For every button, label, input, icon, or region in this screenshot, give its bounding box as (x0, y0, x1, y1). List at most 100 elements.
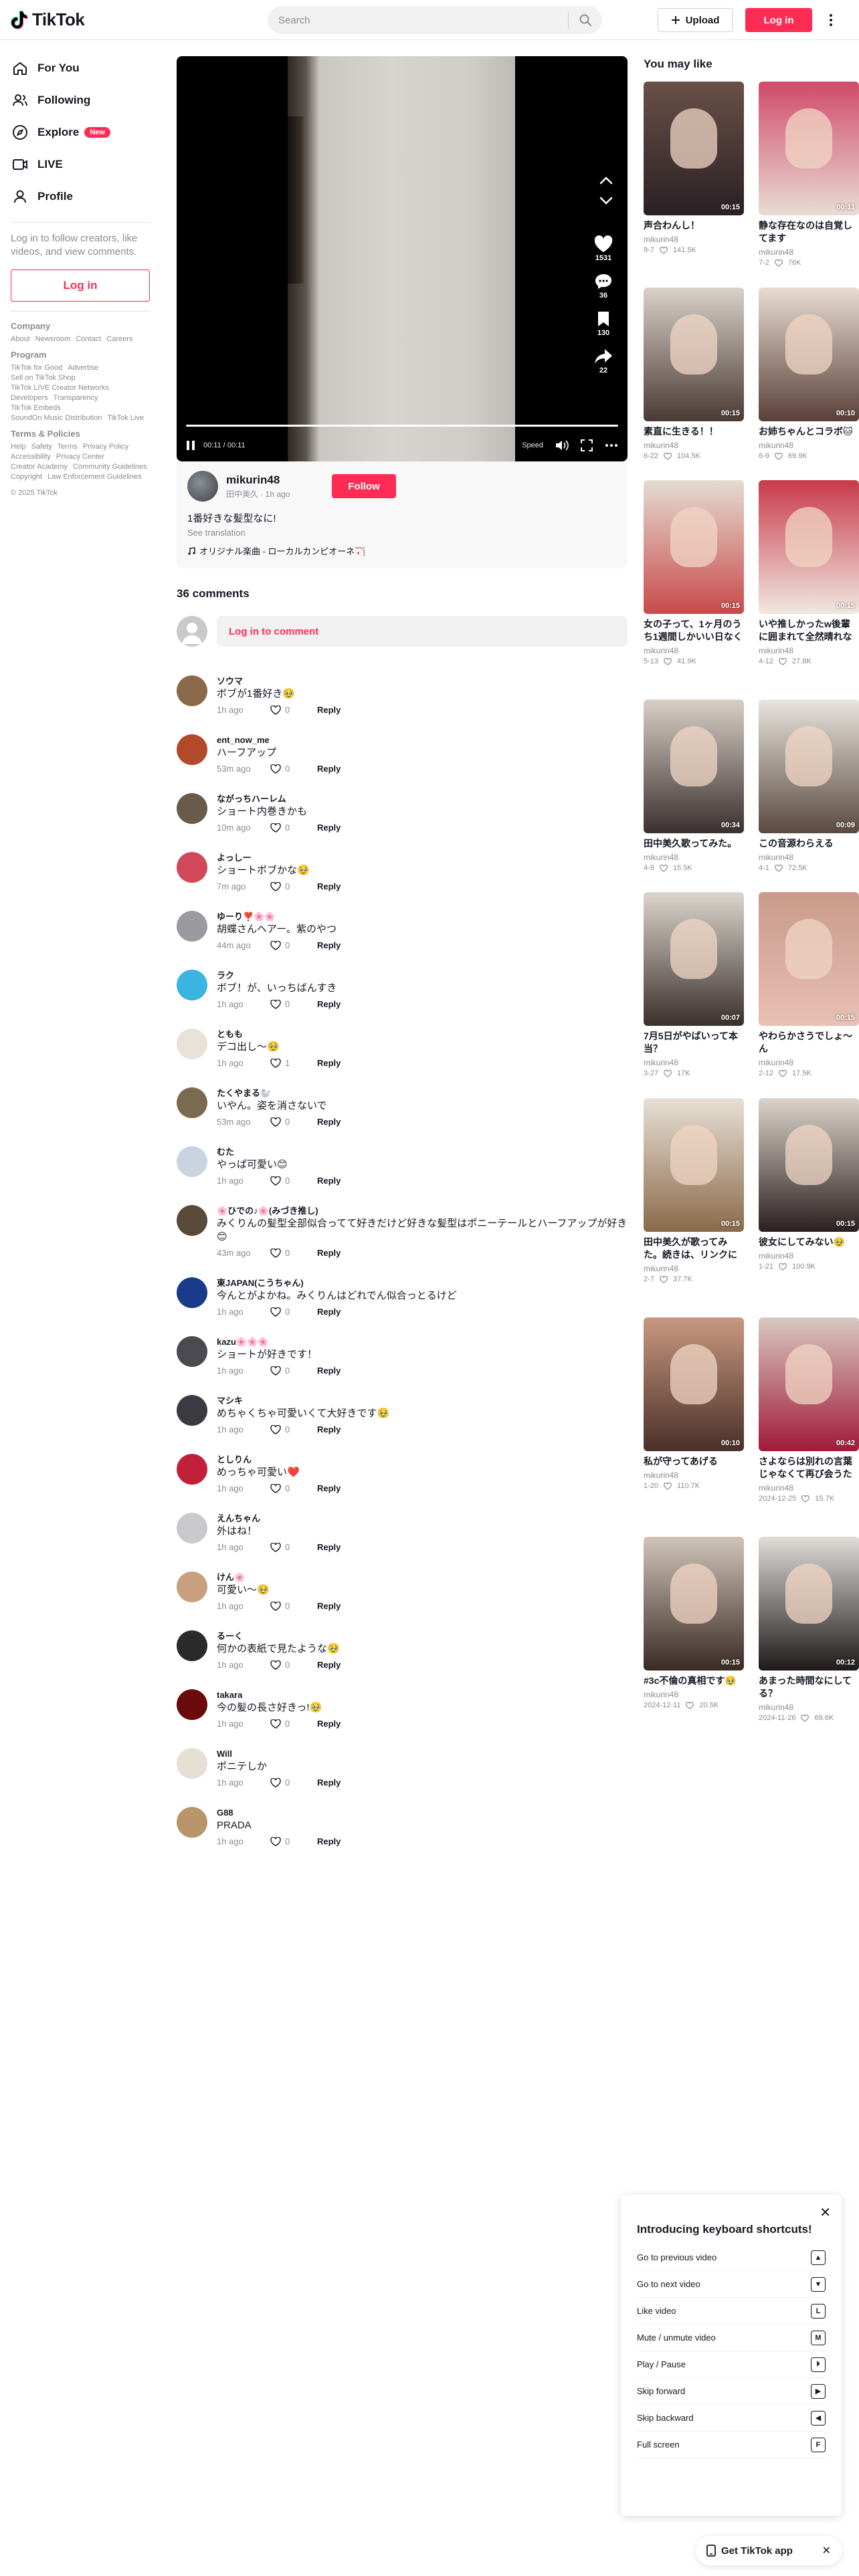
avatar[interactable] (177, 1146, 207, 1177)
comment-like[interactable]: 0 (270, 1424, 317, 1434)
tiktok-logo[interactable]: TikTok (11, 9, 85, 30)
close-icon[interactable]: ✕ (820, 2204, 831, 2221)
reply-button[interactable]: Reply (317, 940, 341, 950)
avatar[interactable] (177, 1689, 207, 1720)
share-action[interactable]: 22 (594, 348, 613, 374)
footer-link[interactable]: Transparency (54, 394, 98, 402)
video-title[interactable]: #3c不倫の真相です🥹 (644, 1675, 744, 1687)
sidebar-login-button[interactable]: Log in (11, 270, 150, 302)
video-title[interactable]: お姉ちゃんとコラボ🐱 (759, 425, 859, 438)
volume-icon[interactable] (555, 439, 569, 451)
video-thumbnail[interactable]: 00:15 (644, 82, 744, 215)
avatar[interactable] (177, 1277, 207, 1308)
footer-link[interactable]: Newsroom (35, 335, 71, 343)
login-button[interactable]: Log in (745, 8, 812, 32)
suggested-video-card[interactable]: 00:15 素直に生きる！！ mikurin48 6-22 104.5K (644, 288, 744, 460)
avatar[interactable] (177, 675, 207, 706)
music-link[interactable]: オリジナル楽曲 - ローカルカンピオーネ🏹 (187, 544, 617, 557)
footer-link[interactable]: SoundOn Music Distribution (11, 414, 102, 422)
video-author[interactable]: mikurin48 (759, 1058, 859, 1067)
footer-heading-company[interactable]: Company (0, 321, 161, 331)
video-thumbnail[interactable]: 00:10 (644, 1317, 744, 1451)
suggested-video-card[interactable]: 00:10 お姉ちゃんとコラボ🐱 mikurin48 6-9 69.9K (759, 288, 859, 460)
footer-link[interactable]: Terms (58, 443, 78, 451)
video-thumbnail[interactable]: 00:15 (644, 1098, 744, 1232)
reply-button[interactable]: Reply (317, 823, 341, 833)
comment-like[interactable]: 0 (270, 1778, 317, 1788)
comment-username[interactable]: ラク (217, 970, 341, 982)
footer-link[interactable]: Creator Academy (11, 463, 68, 471)
comment-username[interactable]: るーく (217, 1630, 341, 1642)
comment-like[interactable]: 0 (270, 1836, 317, 1846)
video-title[interactable]: 7月5日がやばいって本当？ (644, 1030, 744, 1055)
comment-like[interactable]: 0 (270, 823, 317, 833)
video-thumbnail[interactable]: 00:11 (759, 82, 859, 215)
footer-link[interactable]: Developers (11, 394, 48, 402)
footer-heading-terms[interactable]: Terms & Policies (0, 429, 161, 439)
video-title[interactable]: あまった時間なにしてる？ (759, 1675, 859, 1700)
more-icon[interactable] (605, 443, 618, 447)
reply-button[interactable]: Reply (317, 1483, 341, 1493)
comment-like[interactable]: 0 (270, 999, 317, 1009)
footer-link[interactable]: Sell on TikTok Shop (11, 374, 76, 382)
reply-button[interactable]: Reply (317, 1117, 341, 1127)
fullscreen-icon[interactable] (581, 439, 593, 451)
video-thumbnail[interactable]: 00:34 (644, 700, 744, 833)
comment-username[interactable]: G88 (217, 1807, 341, 1819)
search-button[interactable] (569, 6, 602, 34)
video-author[interactable]: mikurin48 (759, 1703, 859, 1712)
comment-username[interactable]: ながっちハーレム (217, 793, 341, 805)
comment-username[interactable]: むた (217, 1146, 341, 1158)
pause-icon[interactable] (186, 440, 195, 451)
comment-username[interactable]: としりん (217, 1454, 341, 1466)
footer-heading-program[interactable]: Program (0, 350, 161, 360)
avatar[interactable] (177, 734, 207, 765)
video-thumbnail[interactable]: 00:15 (644, 1537, 744, 1671)
video-thumbnail[interactable]: 00:15 (759, 892, 859, 1026)
footer-link[interactable]: Accessibility (11, 453, 51, 461)
reply-button[interactable]: Reply (317, 999, 341, 1009)
save-action[interactable]: 130 (596, 310, 611, 337)
reply-button[interactable]: Reply (317, 881, 341, 891)
reply-button[interactable]: Reply (317, 1719, 341, 1729)
video-title[interactable]: やわらかさうでしょ〜ん (759, 1030, 859, 1055)
avatar[interactable] (187, 471, 218, 502)
video-title[interactable]: 田中美久が歌ってみた。続きは、リンクにあるファンクラブ(限... (644, 1236, 744, 1261)
comment-like[interactable]: 0 (270, 1660, 317, 1670)
reply-button[interactable]: Reply (317, 1778, 341, 1788)
sidebar-item-live[interactable]: LIVE (0, 148, 161, 181)
comment-action[interactable]: 36 (594, 273, 613, 300)
footer-link[interactable]: TikTok Embeds (11, 404, 61, 412)
video-thumbnail[interactable]: 00:42 (759, 1317, 859, 1451)
login-to-comment[interactable]: Log in to comment (177, 614, 628, 649)
comment-like[interactable]: 0 (270, 1542, 317, 1552)
avatar[interactable] (177, 970, 207, 1000)
comment-like[interactable]: 0 (270, 1601, 317, 1611)
comment-username[interactable]: ゆーり❣️🌸🌸 (217, 911, 341, 923)
footer-link[interactable]: TikTok Live (107, 414, 144, 422)
comment-username[interactable]: えんちゃん (217, 1513, 341, 1525)
upload-button[interactable]: Upload (658, 8, 733, 32)
sidebar-item-explore[interactable]: Explore New (0, 116, 161, 148)
avatar[interactable] (177, 852, 207, 883)
video-title[interactable]: いや推しかったw後輩に囲まれて全然晴れない先輩という図 (759, 618, 859, 643)
video-title[interactable]: 彼女にしてみない🥹 (759, 1236, 859, 1249)
video-thumbnail[interactable]: 00:07 (644, 892, 744, 1026)
reply-button[interactable]: Reply (317, 1424, 341, 1434)
avatar[interactable] (177, 1205, 207, 1236)
suggested-video-card[interactable]: 00:15 やわらかさうでしょ〜ん mikurin48 2-12 17.5K (759, 892, 859, 1077)
avatar[interactable] (177, 1572, 207, 1602)
comment-like[interactable]: 0 (270, 881, 317, 891)
footer-link[interactable]: Contact (76, 335, 101, 343)
video-author[interactable]: mikurin48 (644, 1690, 744, 1699)
avatar[interactable] (177, 1395, 207, 1426)
video-author[interactable]: mikurin48 (759, 247, 859, 257)
search-bar[interactable]: Search (268, 6, 602, 34)
video-title[interactable]: さよならは別れの言葉じゃなくて再び会うための遠い約束！ (759, 1455, 859, 1481)
avatar[interactable] (177, 1454, 207, 1485)
comment-like[interactable]: 0 (270, 940, 317, 950)
video-author[interactable]: mikurin48 (644, 235, 744, 244)
suggested-video-card[interactable]: 00:09 この音源わらえる mikurin48 4-1 72.5K (759, 700, 859, 872)
reply-button[interactable]: Reply (317, 1176, 341, 1186)
avatar[interactable] (177, 1029, 207, 1059)
